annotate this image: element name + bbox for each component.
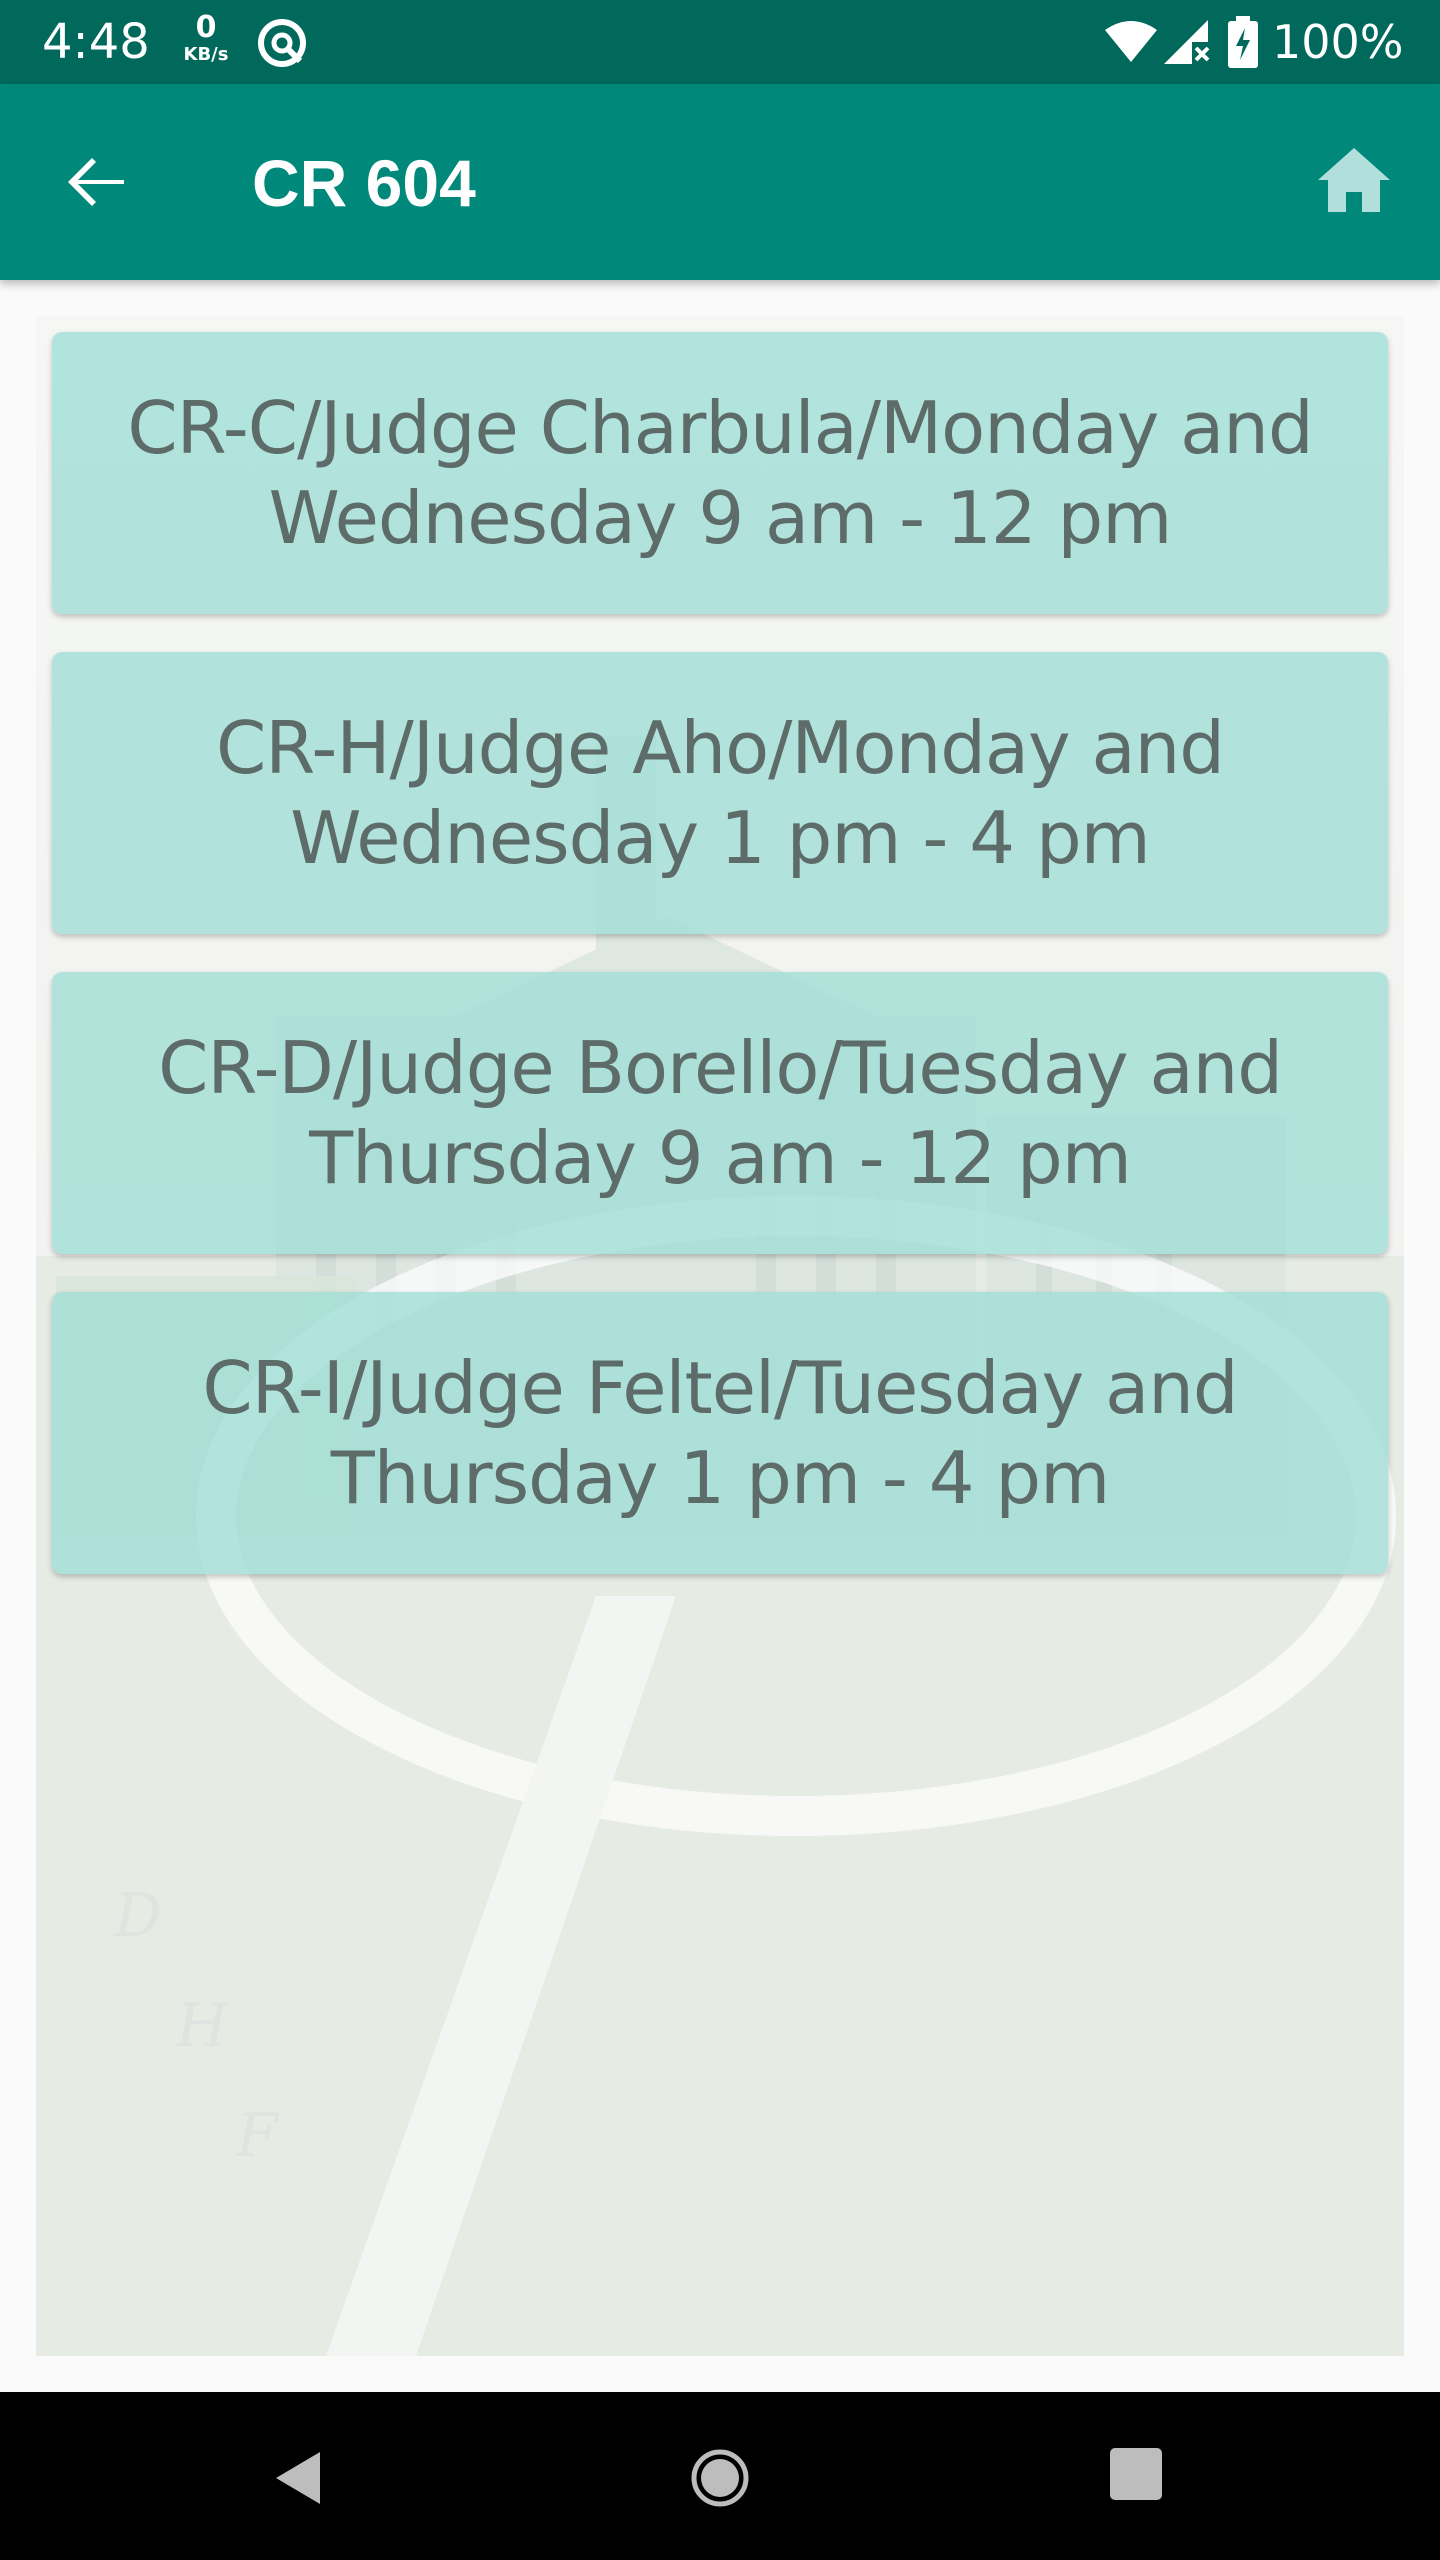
network-speed-value: 0 [195,10,217,45]
schedule-item-cr-h[interactable]: CR-H/Judge Aho/Monday and Wednesday 1 pm… [52,652,1388,934]
schedule-item-cr-d[interactable]: CR-D/Judge Borello/Tuesday and Thursday … [52,972,1388,1254]
system-nav-bar [0,2392,1440,2560]
battery-percent: 100% [1272,15,1404,69]
schedule-content: D H F CR-C/Judge Charbula/Monday and Wed… [36,316,1404,2356]
wifi-icon [1105,21,1157,62]
schedule-item-cr-i[interactable]: CR-I/Judge Feltel/Tuesday and Thursday 1… [52,1292,1388,1574]
nav-back-icon[interactable] [268,2446,332,2510]
app-notification-icon [258,19,306,67]
svg-text:H: H [175,1991,230,2061]
schedule-item-label: CR-I/Judge Feltel/Tuesday and Thursday 1… [202,1346,1238,1520]
cell-signal-icon [1164,20,1210,64]
nav-home-icon[interactable] [688,2446,752,2510]
schedule-item-label: CR-D/Judge Borello/Tuesday and Thursday … [158,1026,1283,1200]
schedule-item-label: CR-C/Judge Charbula/Monday and Wednesday… [127,386,1313,560]
status-time: 4:48 [42,14,150,70]
arrow-back-icon [68,158,124,206]
schedule-item-label: CR-H/Judge Aho/Monday and Wednesday 1 pm… [216,706,1225,880]
network-speed-unit: KB/s [183,44,229,65]
svg-text:D: D [113,1881,162,1951]
page-title: CR 604 [252,146,476,220]
home-button[interactable] [1306,134,1402,230]
battery-charging-icon [1228,16,1258,68]
home-icon [1318,148,1390,212]
svg-text:F: F [235,2101,280,2171]
network-speed: 0 KB/s [176,12,236,66]
app-bar: CR 604 [0,84,1440,280]
status-bar: 4:48 0 KB/s 100% [0,0,1440,84]
schedule-item-cr-c[interactable]: CR-C/Judge Charbula/Monday and Wednesday… [52,332,1388,614]
nav-recents-icon[interactable] [1108,2446,1164,2502]
back-button[interactable] [48,134,144,230]
